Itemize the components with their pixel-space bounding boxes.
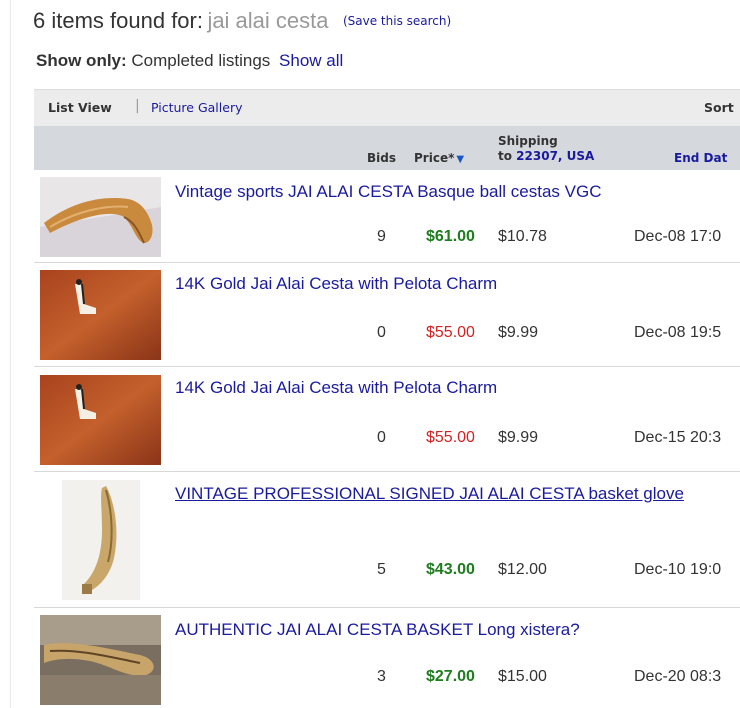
column-header-row: Bids Price* ▼ Shipping to 22307, USA End …	[34, 126, 740, 170]
end-date: Dec-15 20:3	[634, 429, 722, 446]
end-date: Dec-08 19:5	[634, 324, 722, 341]
listing-price: $55.00	[426, 429, 475, 446]
bid-count: 0	[377, 324, 386, 341]
shipping-cost: $9.99	[498, 324, 539, 341]
shipping-column-header: Shipping	[498, 134, 558, 148]
listing-title[interactable]: Vintage sports JAI ALAI CESTA Basque bal…	[175, 181, 735, 202]
listing-row: 14K Gold Jai Alai Cesta with Pelota Char…	[34, 367, 740, 472]
bid-count: 0	[377, 429, 386, 446]
listing-price: $43.00	[426, 561, 475, 578]
end-date-column-header[interactable]: End Dat	[674, 151, 727, 165]
view-toggle-bar: List View | Picture Gallery Sort	[34, 89, 740, 126]
cesta-image	[40, 177, 161, 257]
listing-title[interactable]: 14K Gold Jai Alai Cesta with Pelota Char…	[175, 377, 735, 398]
sort-down-icon: ▼	[456, 154, 465, 165]
price-column-header[interactable]: Price* ▼	[414, 151, 464, 165]
listing-row: Vintage sports JAI ALAI CESTA Basque bal…	[34, 171, 740, 263]
item-thumbnail[interactable]	[62, 480, 140, 600]
shipping-cost: $9.99	[498, 429, 539, 446]
view-separator: |	[135, 98, 140, 114]
bids-column-header[interactable]: Bids	[367, 151, 396, 165]
sort-label[interactable]: Sort	[704, 100, 734, 115]
listing-title[interactable]: VINTAGE PROFESSIONAL SIGNED JAI ALAI CES…	[175, 483, 735, 504]
listing-row: VINTAGE PROFESSIONAL SIGNED JAI ALAI CES…	[34, 472, 740, 608]
search-query: jai alai cesta	[207, 8, 329, 33]
bid-count: 5	[377, 561, 386, 578]
shipping-cost: $15.00	[498, 668, 547, 685]
show-only-label: Show only:	[36, 51, 127, 70]
item-thumbnail[interactable]	[40, 375, 161, 465]
results-heading: 6 items found for: jai alai cesta (Save …	[33, 8, 451, 34]
show-only-value: Completed listings	[131, 51, 271, 70]
shipping-cost: $12.00	[498, 561, 547, 578]
listing-price: $55.00	[426, 324, 475, 341]
picture-gallery-link[interactable]: Picture Gallery	[151, 100, 242, 115]
end-date: Dec-20 08:3	[634, 668, 722, 685]
page-edge-divider	[10, 0, 11, 708]
shipping-zip-link[interactable]: 22307, USA	[516, 149, 594, 163]
gold-charm-image	[40, 375, 161, 465]
shipping-cost: $10.78	[498, 228, 547, 245]
listing-row: AUTHENTIC JAI ALAI CESTA BASKET Long xis…	[34, 608, 740, 708]
show-all-link[interactable]: Show all	[279, 51, 343, 70]
cesta-image	[62, 480, 140, 600]
cesta-image	[40, 615, 161, 705]
save-search-link[interactable]: (Save this search)	[343, 14, 451, 28]
item-thumbnail[interactable]	[40, 270, 161, 360]
price-header-label: Price*	[414, 151, 455, 165]
listing-row: 14K Gold Jai Alai Cesta with Pelota Char…	[34, 263, 740, 367]
listing-title[interactable]: AUTHENTIC JAI ALAI CESTA BASKET Long xis…	[175, 619, 735, 640]
results-count: 6 items found for:	[33, 8, 203, 33]
bid-count: 9	[377, 228, 386, 245]
shipping-to-label: to	[498, 149, 512, 163]
end-date: Dec-10 19:0	[634, 561, 722, 578]
item-thumbnail[interactable]	[40, 177, 161, 257]
list-view-tab[interactable]: List View	[48, 100, 112, 115]
listing-price: $61.00	[426, 228, 475, 245]
bid-count: 3	[377, 668, 386, 685]
show-only-filter: Show only: Completed listings Show all	[36, 51, 343, 71]
end-date: Dec-08 17:0	[634, 228, 722, 245]
shipping-destination: to 22307, USA	[498, 149, 594, 163]
listing-price: $27.00	[426, 668, 475, 685]
gold-charm-image	[40, 270, 161, 360]
item-thumbnail[interactable]	[40, 615, 161, 705]
listing-title[interactable]: 14K Gold Jai Alai Cesta with Pelota Char…	[175, 273, 735, 294]
